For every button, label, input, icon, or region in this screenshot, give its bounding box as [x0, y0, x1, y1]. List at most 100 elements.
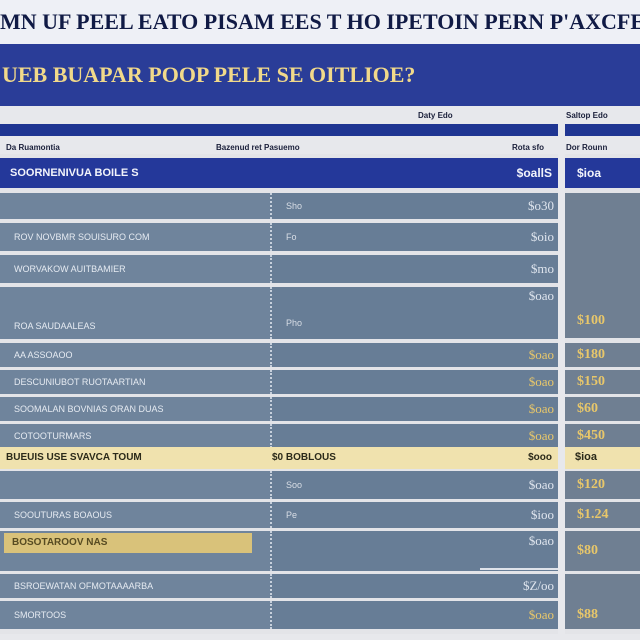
item-price: $mo [530, 261, 554, 276]
column-header-alt-price[interactable]: Dor Rounn [566, 143, 607, 152]
alt-price-cell[interactable]: $60 [565, 397, 640, 421]
header-divider-left [0, 124, 558, 136]
cell-divider [270, 287, 282, 339]
cell-divider [270, 193, 282, 219]
item-price: $oao [528, 533, 554, 548]
item-label: AA ASSOAOO [14, 350, 73, 360]
item-note: Fo [286, 232, 297, 242]
cell-divider [270, 343, 282, 367]
alt-price-cell[interactable]: $450 [565, 424, 640, 448]
item-cell: COTOOTURMARS [0, 424, 270, 448]
highlight-alt-price: $ioa [575, 451, 598, 463]
item-label: BSROEWATAN OFMOTAAAARBA [14, 581, 154, 591]
table-row[interactable]: ROA SAUDAALEAS Pho $oao [0, 287, 558, 339]
item-price: $oao [528, 428, 554, 443]
category-alt-price: $ioa [577, 166, 602, 180]
item-price: $Z/oo [522, 578, 554, 593]
alt-price: $60 [577, 401, 598, 416]
cell-divider [270, 471, 282, 499]
category-row[interactable]: SOORNENIVUA BOILE S $oallS [0, 158, 558, 188]
alt-price: $120 [577, 477, 605, 492]
alt-price: $1.24 [577, 507, 609, 522]
category-row-right[interactable]: $ioa [565, 158, 640, 188]
table-row[interactable]: Soo $oao [0, 471, 558, 499]
alt-price-cell[interactable]: $180 [565, 343, 640, 367]
item-cell: ROA SAUDAALEAS [0, 287, 270, 339]
highlighted-row[interactable]: BUEUIS USE SVAVCA TOUM $0 BOBLOUS $ooo [0, 447, 558, 469]
item-price: $ioo [530, 507, 554, 522]
table-row[interactable]: DESCUNIUBOT RUOTAARTIAN $oao [0, 370, 558, 394]
table-row[interactable]: WORVAKOW AUITBAMIER $mo [0, 255, 558, 283]
item-label: ROA SAUDAALEAS [14, 321, 96, 331]
alt-price-cell[interactable]: $150 [565, 370, 640, 394]
item-label: SOOUTURAS BOAOUS [14, 510, 113, 520]
item-label: BOSOTAROOV NAS [12, 537, 108, 548]
cell-divider [270, 223, 282, 251]
highlight-price: $ooo [528, 452, 552, 463]
header-divider-right [565, 124, 640, 136]
category-price: $oallS [516, 166, 552, 180]
alt-price: $80 [577, 543, 598, 558]
cell-divider [270, 574, 282, 598]
page-subtitle: UEB BUAPAR POOP PELE SE OITLIOE? [0, 44, 640, 106]
alt-price: $150 [577, 374, 605, 389]
item-cell [0, 193, 270, 219]
item-cell: SOOUTURAS BOAOUS [0, 502, 270, 528]
column-header-description[interactable]: Bazenud ret Pasuemo [216, 143, 300, 152]
item-price: $oao [528, 477, 554, 492]
cell-divider [270, 502, 282, 528]
alt-price-cell[interactable]: $1.24 [565, 502, 640, 528]
table-row[interactable]: COTOOTURMARS $oao [0, 424, 558, 448]
item-cell: AA ASSOAOO [0, 343, 270, 367]
item-price: $oao [528, 401, 554, 416]
item-label: DESCUNIUBOT RUOTAARTIAN [14, 377, 146, 387]
item-cell [0, 471, 270, 499]
column-group-label-left: Daty Edo [418, 111, 453, 120]
row-underline [480, 568, 558, 570]
item-cell: ROV NOVBMR SOUISURO COM [0, 223, 270, 251]
item-cell: SOOMALAN BOVNIAS ORAN DUAS [0, 397, 270, 421]
item-price: $oao [528, 347, 554, 362]
column-header-item[interactable]: Da Ruamontia [6, 143, 60, 152]
highlight-mid: $0 BOBLOUS [272, 452, 336, 463]
alt-price: $180 [577, 347, 605, 362]
cell-divider [270, 531, 282, 571]
alt-price-cell[interactable]: $88 [565, 574, 640, 629]
item-label: SOOMALAN BOVNIAS ORAN DUAS [14, 404, 164, 414]
alt-price-cell[interactable]: $100 [565, 193, 640, 338]
item-cell: WORVAKOW AUITBAMIER [0, 255, 270, 283]
item-label: COTOOTURMARS [14, 431, 92, 441]
table-row[interactable]: ROV NOVBMR SOUISURO COM Fo $oio [0, 223, 558, 251]
alt-price-cell[interactable]: $80 [565, 531, 640, 571]
column-header-price[interactable]: Rota sfo [512, 143, 544, 152]
item-price: $oao [528, 374, 554, 389]
cell-divider [270, 424, 282, 448]
alt-price: $100 [577, 312, 605, 328]
table-row[interactable]: Sho $o30 [0, 193, 558, 219]
item-price: $o30 [528, 198, 554, 213]
alt-price: $450 [577, 428, 605, 443]
alt-price: $88 [577, 607, 598, 623]
table-row[interactable]: SOOUTURAS BOAOUS Pe $ioo [0, 502, 558, 528]
item-price: $oao [528, 607, 554, 622]
table-row[interactable]: SMORTOOS $oao [0, 601, 558, 629]
item-note: Soo [286, 480, 303, 490]
alt-price-cell[interactable]: $120 [565, 471, 640, 499]
item-cell: BSROEWATAN OFMOTAAAARBA [0, 574, 270, 598]
column-group-label-right: Saltop Edo [566, 111, 608, 120]
item-cell: SMORTOOS [0, 601, 270, 629]
category-label: SOORNENIVUA BOILE S [10, 167, 139, 179]
highlight-label: BUEUIS USE SVAVCA TOUM [6, 452, 142, 463]
item-label: SMORTOOS [14, 610, 67, 620]
cell-divider [270, 370, 282, 394]
item-note: Sho [286, 201, 303, 211]
table-row[interactable]: BSROEWATAN OFMOTAAAARBA $Z/oo [0, 574, 558, 598]
highlighted-row-right[interactable]: $ioa [565, 447, 640, 469]
selected-item-highlight[interactable]: BOSOTAROOV NAS [4, 533, 252, 553]
cell-divider [270, 397, 282, 421]
cell-divider [270, 255, 282, 283]
table-row[interactable]: SOOMALAN BOVNIAS ORAN DUAS $oao [0, 397, 558, 421]
item-label: WORVAKOW AUITBAMIER [14, 264, 126, 274]
table-row[interactable]: AA ASSOAOO $oao [0, 343, 558, 367]
item-note: Pe [286, 510, 298, 520]
